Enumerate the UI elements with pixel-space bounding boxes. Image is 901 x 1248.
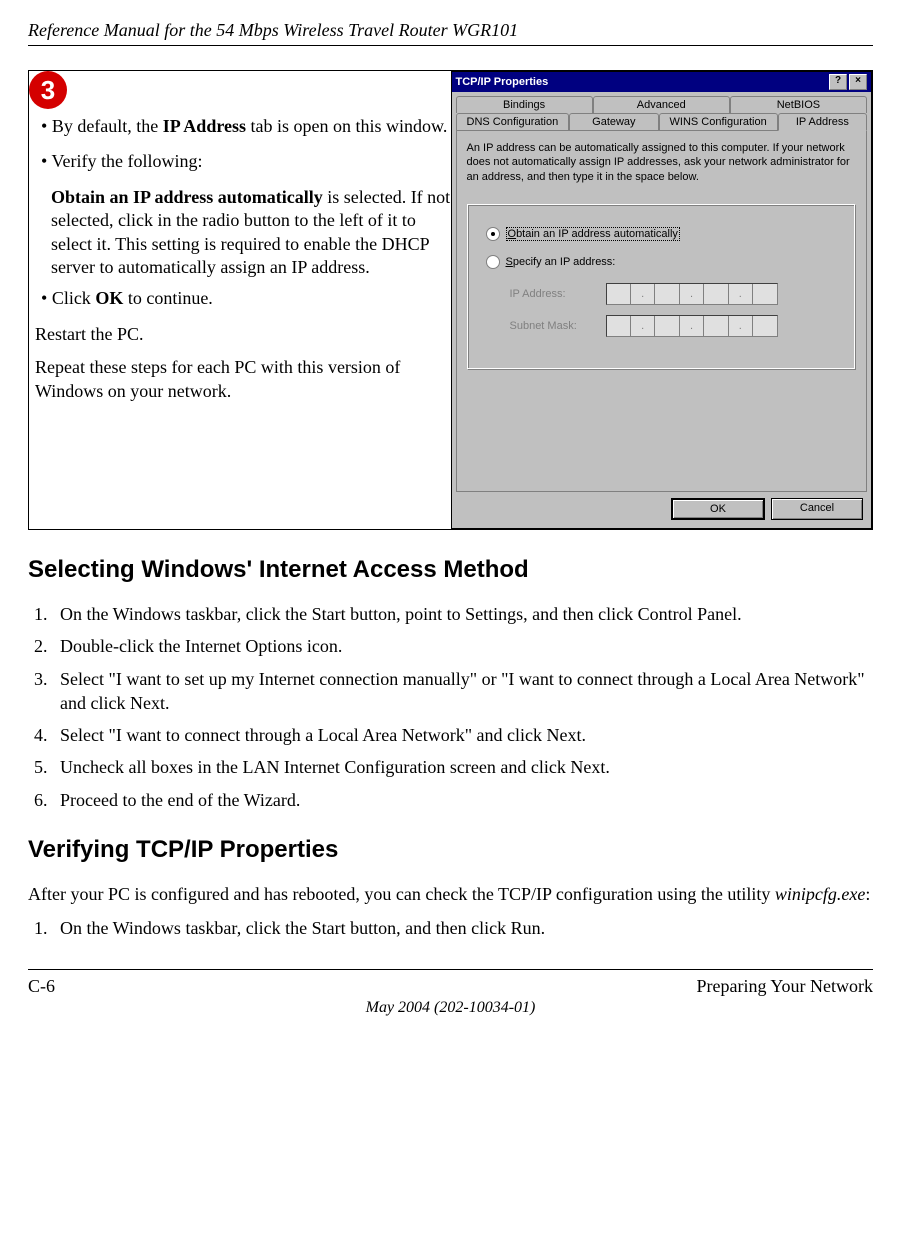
ip-seg <box>607 284 631 304</box>
radio-icon <box>486 255 500 269</box>
close-button[interactable]: × <box>849 74 867 90</box>
page-footer: C-6 Preparing Your Network <box>28 969 873 997</box>
ip-label: IP Address: <box>510 288 590 300</box>
radio-label: OObtain an IP address automaticallybtain… <box>506 227 680 241</box>
ip-dot: . <box>680 316 704 336</box>
ip-seg <box>753 284 776 304</box>
tab-ipaddress[interactable]: IP Address <box>778 113 867 131</box>
ip-seg <box>704 284 728 304</box>
text: After your PC is configured and has rebo… <box>28 884 775 904</box>
tab-dns[interactable]: DNS Configuration <box>456 113 570 131</box>
plain-repeat: Repeat these steps for each PC with this… <box>35 356 451 403</box>
section-heading-verifying: Verifying TCP/IP Properties <box>28 836 873 864</box>
tab-netbios[interactable]: NetBIOS <box>730 96 867 113</box>
step-item: Select "I want to set up my Internet con… <box>52 667 873 716</box>
radio-icon <box>486 227 500 241</box>
ip-seg <box>655 316 679 336</box>
tab-gateway[interactable]: Gateway <box>569 113 658 131</box>
ip-input: . . . <box>606 283 778 305</box>
ip-seg <box>655 284 679 304</box>
text: Click <box>52 288 96 308</box>
footer-left: C-6 <box>28 976 55 997</box>
step-table: 3 By default, the IP Address tab is open… <box>28 70 873 530</box>
ip-groupbox: OObtain an IP address automaticallybtain… <box>467 204 857 370</box>
instruction-bullets-2: Click OK to continue. <box>29 287 451 310</box>
mask-input: . . . <box>606 315 778 337</box>
dialog-body: Bindings Advanced NetBIOS DNS Configurat… <box>452 92 872 528</box>
text: tab is open on this window. <box>246 116 447 136</box>
bullet-default-tab: By default, the IP Address tab is open o… <box>53 115 451 138</box>
bold-text: IP Address <box>163 116 246 136</box>
ip-dot: . <box>680 284 704 304</box>
instruction-cell: 3 By default, the IP Address tab is open… <box>29 71 451 530</box>
step-item: Select "I want to connect through a Loca… <box>52 723 873 747</box>
bullet-verify: Verify the following: <box>53 150 451 173</box>
running-header: Reference Manual for the 54 Mbps Wireles… <box>28 20 873 46</box>
radio-obtain-auto[interactable]: OObtain an IP address automaticallybtain… <box>486 227 838 241</box>
tab-row-back: Bindings Advanced NetBIOS <box>456 96 868 113</box>
ip-dot: . <box>729 284 753 304</box>
mask-label: Subnet Mask: <box>510 320 590 332</box>
verifying-intro: After your PC is configured and has rebo… <box>28 882 873 906</box>
bullet-click-ok: Click OK to continue. <box>53 287 451 310</box>
step-item: On the Windows taskbar, click the Start … <box>52 602 873 626</box>
ip-seg <box>753 316 776 336</box>
tcpip-dialog: TCP/IP Properties ? × Bindings Advanced … <box>451 71 873 529</box>
ip-seg <box>607 316 631 336</box>
subnet-mask-field: Subnet Mask: . . . <box>510 315 838 337</box>
screenshot-cell: TCP/IP Properties ? × Bindings Advanced … <box>451 71 873 530</box>
tab-pane-ipaddress: An IP address can be automatically assig… <box>456 130 868 492</box>
step-item: Proceed to the end of the Wizard. <box>52 788 873 812</box>
help-button[interactable]: ? <box>829 74 847 90</box>
dialog-button-row: OK Cancel <box>456 492 868 524</box>
titlebar-buttons: ? × <box>829 74 867 90</box>
ip-dot: . <box>631 284 655 304</box>
dialog-description: An IP address can be automatically assig… <box>467 141 857 184</box>
ip-dot: . <box>631 316 655 336</box>
step-item: Double-click the Internet Options icon. <box>52 634 873 658</box>
internet-access-steps: On the Windows taskbar, click the Start … <box>28 602 873 812</box>
tab-wins[interactable]: WINS Configuration <box>659 113 778 131</box>
cancel-button[interactable]: Cancel <box>771 498 863 520</box>
footer-center: May 2004 (202-10034-01) <box>28 999 873 1017</box>
tab-advanced[interactable]: Advanced <box>593 96 730 113</box>
radio-label: SSpecify an IP address:pecify an IP addr… <box>506 256 616 268</box>
ip-seg <box>704 316 728 336</box>
footer-right: Preparing Your Network <box>697 976 873 997</box>
tab-strip: Bindings Advanced NetBIOS DNS Configurat… <box>456 96 868 131</box>
radio-specify[interactable]: SSpecify an IP address:pecify an IP addr… <box>486 255 838 269</box>
tab-bindings[interactable]: Bindings <box>456 96 593 113</box>
ok-button[interactable]: OK <box>671 498 765 520</box>
section-heading-internet-access: Selecting Windows' Internet Access Metho… <box>28 556 873 584</box>
step-item: On the Windows taskbar, click the Start … <box>52 916 873 940</box>
instruction-bullets: By default, the IP Address tab is open o… <box>29 115 451 174</box>
step-item: Uncheck all boxes in the LAN Internet Co… <box>52 755 873 779</box>
plain-restart: Restart the PC. <box>35 323 451 346</box>
verifying-steps: On the Windows taskbar, click the Start … <box>28 916 873 940</box>
text: : <box>865 884 870 904</box>
italic-text: winipcfg.exe <box>775 884 865 904</box>
sub-paragraph: Obtain an IP address automatically is se… <box>51 186 451 280</box>
ip-address-field: IP Address: . . . <box>510 283 838 305</box>
bold-text: OK <box>95 288 123 308</box>
text: By default, the <box>52 116 163 136</box>
tab-row-front: DNS Configuration Gateway WINS Configura… <box>456 113 868 131</box>
text: to continue. <box>123 288 212 308</box>
dialog-titlebar[interactable]: TCP/IP Properties ? × <box>452 72 872 92</box>
step-number-badge: 3 <box>29 71 67 109</box>
ip-dot: . <box>729 316 753 336</box>
bold-text: Obtain an IP address automatically <box>51 187 323 207</box>
dialog-title-text: TCP/IP Properties <box>456 76 549 88</box>
